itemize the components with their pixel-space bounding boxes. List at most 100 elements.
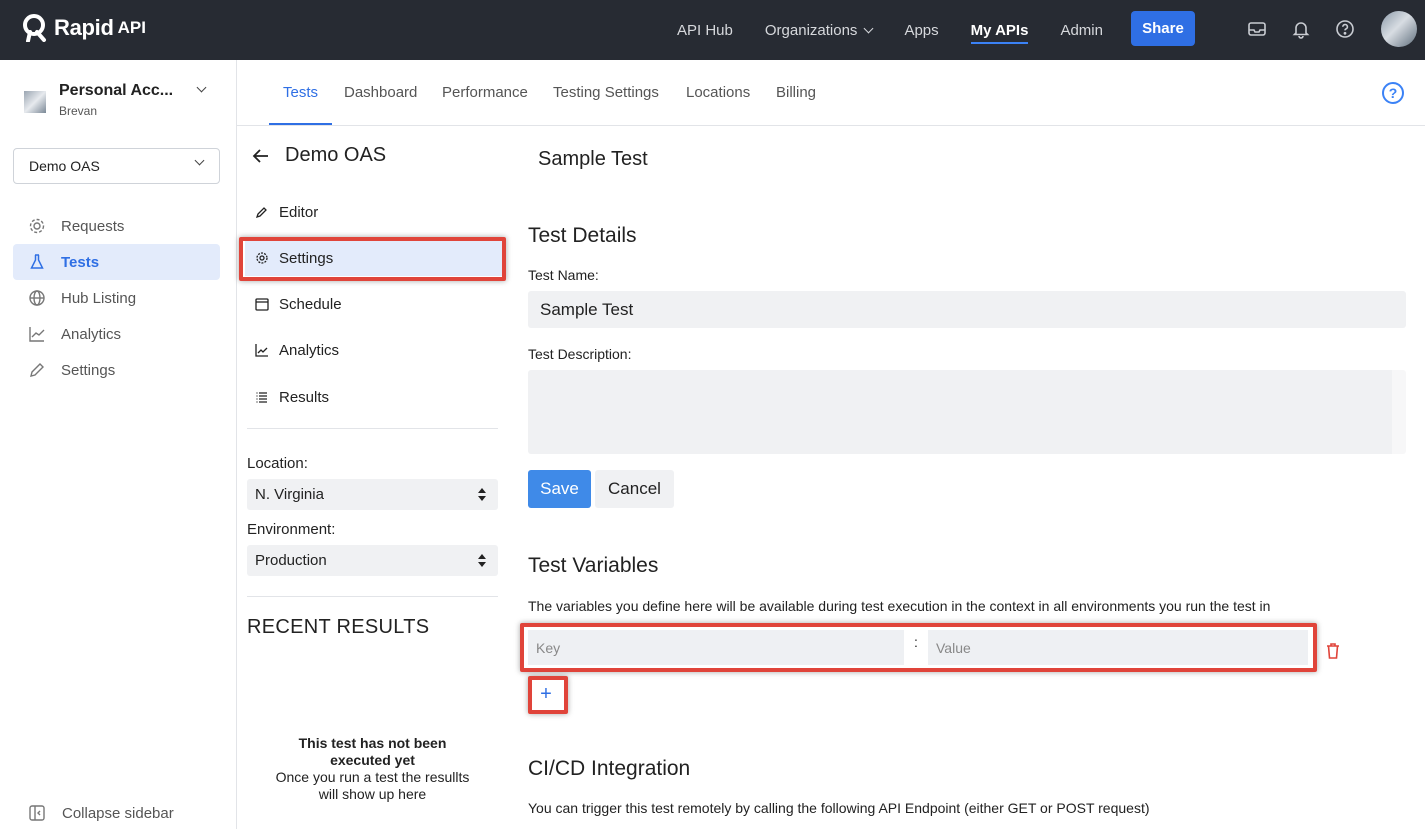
divider	[247, 596, 498, 597]
divider	[247, 428, 498, 429]
cicd-description: You can trigger this test remotely by ca…	[528, 800, 1150, 816]
topnav-apps[interactable]: Apps	[904, 0, 938, 60]
brand-name: Rapid	[54, 15, 114, 40]
top-nav: API Hub Organizations Apps My APIs Admin	[677, 0, 1135, 60]
sidebar-item-requests[interactable]: Requests	[13, 208, 220, 244]
topnav-label: Apps	[904, 21, 939, 39]
tab-testing-settings[interactable]: Testing Settings	[553, 60, 659, 125]
topnav-label: Organizations	[764, 21, 858, 39]
empty-results-heading: This test has not been executed yet	[298, 735, 447, 768]
pencil-icon	[30, 363, 44, 377]
topnav-my-apis[interactable]: My APIs	[970, 0, 1029, 60]
location-value: N. Virginia	[255, 486, 324, 503]
trash-icon[interactable]	[1325, 642, 1341, 660]
rapid-logo-icon	[23, 14, 46, 42]
environment-value: Production	[255, 552, 327, 569]
chart-icon	[255, 344, 268, 357]
topnav-api-hub[interactable]: API Hub	[677, 0, 733, 60]
highlight-variable-row	[520, 623, 1317, 672]
test-variables-description: The variables you define here will be av…	[528, 598, 1271, 614]
test-description-input[interactable]	[528, 370, 1406, 454]
save-button[interactable]: Save	[528, 470, 591, 508]
tab-dashboard[interactable]: Dashboard	[344, 60, 417, 125]
tab-billing[interactable]: Billing	[776, 60, 816, 125]
collapse-sidebar-button[interactable]: Collapse sidebar	[28, 804, 174, 822]
chevron-down-icon[interactable]	[196, 82, 207, 93]
test-nav-results[interactable]: Results	[245, 379, 502, 415]
sidebar-item-label: Settings	[61, 361, 116, 379]
calendar-icon	[255, 298, 269, 311]
collapse-label: Collapse sidebar	[62, 804, 174, 822]
inbox-icon[interactable]	[1247, 19, 1267, 39]
collapse-icon	[29, 805, 45, 821]
cicd-heading: CI/CD Integration	[528, 757, 691, 780]
brand-suffix: API	[117, 18, 146, 37]
location-select[interactable]: N. Virginia	[247, 479, 498, 510]
sidebar-item-label: Analytics	[61, 325, 122, 343]
test-nav-label: Schedule	[279, 295, 342, 313]
empty-results-text: Once you run a test the resullts will sh…	[275, 769, 470, 802]
left-sidebar: Personal Acc... Brevan Demo OAS Requests…	[0, 60, 237, 829]
topnav-label: My APIs	[970, 21, 1029, 39]
tab-tests[interactable]: Tests	[268, 60, 333, 125]
test-nav-label: Analytics	[279, 341, 340, 359]
topnav-admin[interactable]: Admin	[1060, 0, 1103, 60]
account-sub: Brevan	[59, 104, 98, 118]
flask-icon	[30, 254, 44, 269]
list-icon	[256, 392, 267, 403]
tab-locations[interactable]: Locations	[686, 60, 750, 125]
chevron-down-icon	[863, 23, 874, 33]
recent-results-title: RECENT RESULTS	[247, 616, 430, 638]
main-content: Sample Test Test Details Test Name: Samp…	[512, 126, 1425, 829]
sidebar-item-label: Tests	[61, 253, 100, 271]
test-nav-schedule[interactable]: Schedule	[245, 286, 502, 322]
topnav-label: API Hub	[677, 21, 733, 39]
requests-icon	[29, 218, 45, 234]
updown-icon	[478, 554, 486, 567]
highlight-add-button	[528, 676, 568, 714]
test-nav-analytics[interactable]: Analytics	[245, 332, 502, 368]
top-bar: Rapid API API Hub Organizations Apps My …	[0, 0, 1425, 60]
environment-label: Environment:	[247, 521, 336, 538]
tab-performance[interactable]: Performance	[442, 60, 528, 125]
test-nav-editor[interactable]: Editor	[245, 194, 502, 230]
sidebar-item-analytics[interactable]: Analytics	[13, 316, 220, 352]
globe-icon	[29, 290, 45, 306]
location-label: Location:	[247, 455, 308, 472]
test-collection-title: Demo OAS	[285, 144, 387, 166]
updown-icon	[478, 488, 486, 501]
arrow-left-icon[interactable]	[251, 146, 271, 166]
account-name: Personal Acc...	[59, 82, 174, 99]
test-nav-label: Results	[279, 388, 330, 406]
api-select[interactable]: Demo OAS	[13, 148, 220, 184]
test-name-input[interactable]: Sample Test	[528, 291, 1406, 328]
account-switcher[interactable]: Personal Acc... Brevan	[24, 82, 173, 118]
bell-icon[interactable]	[1291, 19, 1311, 39]
rapidapi-logo[interactable]: Rapid API	[22, 14, 146, 42]
cancel-button[interactable]: Cancel	[595, 470, 674, 508]
test-nav-label: Editor	[279, 203, 319, 221]
test-description-label: Test Description:	[528, 346, 632, 362]
empty-results-message: This test has not been executed yet Once…	[275, 735, 470, 803]
help-icon[interactable]	[1335, 19, 1355, 39]
sidebar-item-label: Requests	[61, 217, 125, 235]
sidebar-item-tests[interactable]: Tests	[13, 244, 220, 280]
back-row: Demo OAS	[251, 144, 386, 167]
environment-select[interactable]: Production	[247, 545, 498, 576]
chevron-down-icon	[194, 155, 205, 166]
api-select-value: Demo OAS	[29, 158, 100, 174]
sidebar-item-settings[interactable]: Settings	[13, 352, 220, 388]
page-title: Sample Test	[538, 148, 648, 170]
account-avatar	[24, 91, 46, 113]
sidebar-nav: Requests Tests Hub Listing Analytics Set…	[13, 208, 220, 388]
sidebar-item-hub-listing[interactable]: Hub Listing	[13, 280, 220, 316]
test-details-heading: Test Details	[528, 224, 637, 247]
share-button[interactable]: Share	[1131, 11, 1195, 46]
sidebar-item-label: Hub Listing	[61, 289, 137, 307]
help-circle-icon[interactable]: ?	[1382, 82, 1404, 104]
tab-bar: Tests Dashboard Performance Testing Sett…	[237, 60, 1425, 126]
topnav-label: Admin	[1060, 21, 1103, 39]
topnav-organizations[interactable]: Organizations	[764, 0, 874, 60]
test-name-label: Test Name:	[528, 267, 599, 283]
user-avatar[interactable]	[1381, 11, 1417, 47]
